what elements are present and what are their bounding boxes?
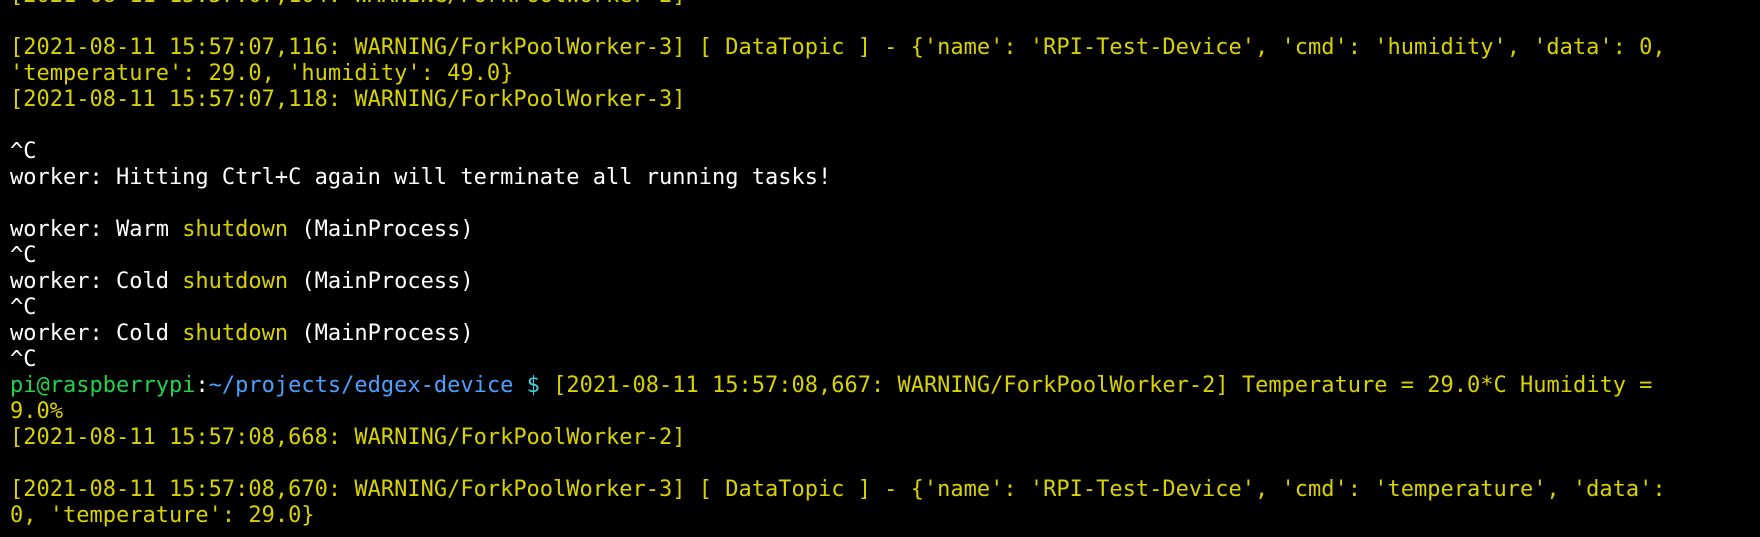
terminal-text-segment: : [195,373,209,398]
terminal-text-segment: pi@raspberrypi [10,373,196,398]
terminal-text-segment: 'temperature': 29.0, 'humidity': 49.0} [10,61,514,86]
terminal-line: ^C [10,295,1760,321]
terminal-text-segment: [2021-08-11 15:57:08,667: WARNING/ForkPo… [553,373,1653,398]
terminal-line: ^C [10,347,1760,373]
terminal-text-segment: worker: Cold [10,321,183,346]
terminal-text-segment: worker: Warm [10,217,183,242]
terminal-line: [2021-08-11 15:57:07,118: WARNING/ForkPo… [10,87,1760,113]
terminal-text-segment: [2021-08-11 15:57:08,670: WARNING/ForkPo… [10,477,1666,502]
terminal-line: worker: Cold shutdown (MainProcess) [10,321,1760,347]
terminal-text-segment: shutdown [182,269,289,294]
terminal-text-segment: [2021-08-11 15:57:08,668: WARNING/ForkPo… [10,425,686,450]
terminal-window[interactable]: [2021-08-11 15:57:07,104: WARNING/ForkPo… [0,0,1760,537]
terminal-line: ^C [10,139,1760,165]
terminal-text-segment: (MainProcess) [288,217,474,242]
terminal-line: [2021-08-11 15:57:08,670: WARNING/ForkPo… [10,477,1760,503]
terminal-text-segment: ^C [10,347,37,372]
terminal-text-segment: 0, 'temperature': 29.0} [10,503,315,528]
terminal-text-segment: 9.0% [10,399,63,424]
terminal-line: [2021-08-11 15:57:07,116: WARNING/ForkPo… [10,35,1760,61]
terminal-text-segment: shutdown [182,217,289,242]
terminal-text-segment: (MainProcess) [288,321,474,346]
terminal-line: worker: Hitting Ctrl+C again will termin… [10,165,1760,191]
terminal-output: [2021-08-11 15:57:07,104: WARNING/ForkPo… [10,0,1760,529]
terminal-text-segment: (MainProcess) [288,269,474,294]
terminal-text-segment: ^C [10,139,37,164]
terminal-text-segment: ~/projects/edgex-device [208,373,514,398]
terminal-text-segment: ^C [10,243,37,268]
terminal-text-segment: ^C [10,295,37,320]
terminal-line: pi@raspberrypi:~/projects/edgex-device $… [10,373,1760,399]
terminal-text-segment: worker: Hitting Ctrl+C again will termin… [10,165,832,190]
terminal-text-segment: [2021-08-11 15:57:07,104: WARNING/ForkPo… [10,0,686,8]
terminal-line: worker: Warm shutdown (MainProcess) [10,217,1760,243]
terminal-text-segment: $ [513,373,554,398]
terminal-line: 'temperature': 29.0, 'humidity': 49.0} [10,61,1760,87]
terminal-text-segment: shutdown [182,321,289,346]
terminal-line: [2021-08-11 15:57:07,104: WARNING/ForkPo… [10,0,1760,9]
terminal-text-segment: [2021-08-11 15:57:07,116: WARNING/ForkPo… [10,35,1666,60]
terminal-line: 0, 'temperature': 29.0} [10,503,1760,529]
terminal-line: worker: Cold shutdown (MainProcess) [10,269,1760,295]
terminal-line: [2021-08-11 15:57:08,668: WARNING/ForkPo… [10,425,1760,451]
terminal-text-segment: [2021-08-11 15:57:07,118: WARNING/ForkPo… [10,87,686,112]
terminal-line: 9.0% [10,399,1760,425]
terminal-text-segment: worker: Cold [10,269,183,294]
terminal-line: ^C [10,243,1760,269]
